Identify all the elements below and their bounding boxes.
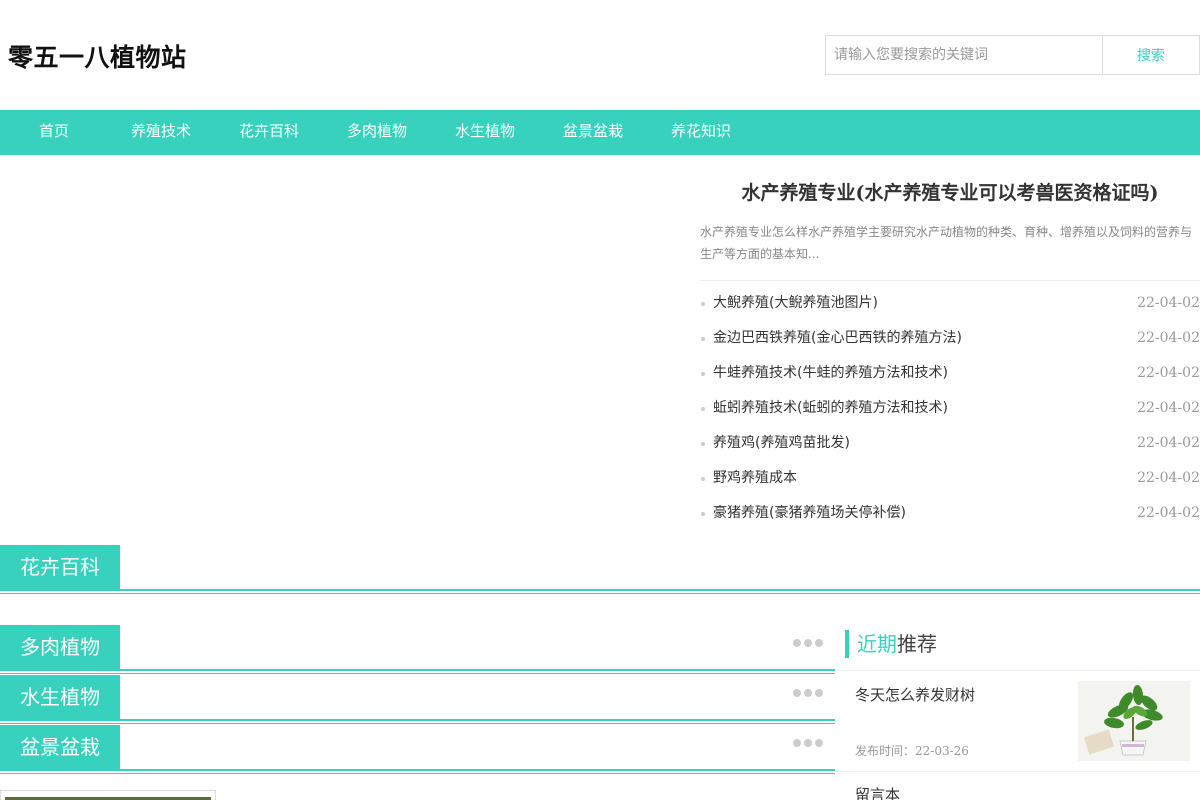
more-dots-icon[interactable]: [793, 739, 823, 747]
nav-item-breeding[interactable]: 养殖技术: [107, 110, 215, 155]
recommend-title[interactable]: 留言本: [855, 784, 900, 800]
bullet-icon: [701, 372, 705, 376]
news-item[interactable]: 牛蛙养殖技术(牛蛙的养殖方法和技术) 22-04-02: [700, 356, 1200, 391]
news-date: 22-04-02: [1137, 505, 1200, 521]
divider: [835, 670, 1200, 671]
search-button[interactable]: 搜索: [1102, 36, 1199, 74]
news-title[interactable]: 豪猪养殖(豪猪养殖场关停补偿): [713, 505, 906, 521]
news-date: 22-04-02: [1137, 295, 1200, 311]
news-item[interactable]: 野鸡养殖成本 22-04-02: [700, 461, 1200, 496]
site-logo[interactable]: 零五一八植物站: [8, 38, 187, 74]
section-bonsai: 盆景盆栽: [0, 725, 835, 774]
news-item[interactable]: 养殖鸡(养殖鸡苗批发) 22-04-02: [700, 426, 1200, 461]
more-dots-icon[interactable]: [793, 689, 823, 697]
section-underline: [0, 673, 835, 674]
news-date: 22-04-02: [1137, 435, 1200, 451]
bullet-icon: [701, 512, 705, 516]
section-underline: [0, 769, 835, 771]
news-title[interactable]: 蚯蚓养殖技术(蚯蚓的养殖方法和技术): [713, 400, 948, 416]
nav-item-aquatic[interactable]: 水生植物: [431, 110, 539, 155]
news-date: 22-04-02: [1137, 470, 1200, 486]
section-underline: [0, 593, 1200, 594]
bullet-icon: [701, 477, 705, 481]
news-item[interactable]: 豪猪养殖(豪猪养殖场关停补偿) 22-04-02: [700, 496, 1200, 531]
section-tab[interactable]: 水生植物: [0, 675, 120, 719]
bullet-icon: [701, 407, 705, 411]
sidebar-heading: 近期推荐: [845, 630, 937, 658]
sidebar-heading-rest: 推荐: [897, 632, 937, 656]
section-underline: [0, 719, 835, 721]
bullet-icon: [701, 442, 705, 446]
news-list: 大鲵养殖(大鲵养殖池图片) 22-04-02 金边巴西铁养殖(金心巴西铁的养殖方法…: [700, 286, 1200, 531]
news-title[interactable]: 养殖鸡(养殖鸡苗批发): [713, 435, 850, 451]
nav-item-flower-knowledge[interactable]: 养花知识: [647, 110, 755, 155]
sidebar-heading-highlight: 近期: [857, 632, 897, 656]
news-item[interactable]: 大鲵养殖(大鲵养殖池图片) 22-04-02: [700, 286, 1200, 321]
section-underline: [0, 669, 835, 671]
banner-area: [0, 160, 690, 535]
section-tab[interactable]: 多肉植物: [0, 625, 120, 669]
news-item[interactable]: 金边巴西铁养殖(金心巴西铁的养殖方法) 22-04-02: [700, 321, 1200, 356]
section-underline: [0, 773, 835, 774]
nav-item-succulents[interactable]: 多肉植物: [323, 110, 431, 155]
article-thumbnail[interactable]: [0, 790, 216, 800]
news-title[interactable]: 野鸡养殖成本: [713, 470, 797, 486]
bullet-icon: [701, 302, 705, 306]
section-underline: [0, 589, 1200, 591]
section-tab[interactable]: 花卉百科: [0, 545, 120, 589]
bullet-icon: [701, 337, 705, 341]
nav-item-flowers[interactable]: 花卉百科: [215, 110, 323, 155]
section-flowers: 花卉百科: [0, 545, 1200, 594]
news-date: 22-04-02: [1137, 365, 1200, 381]
main-nav: 首页 养殖技术 花卉百科 多肉植物 水生植物 盆景盆栽 养花知识: [0, 110, 1200, 155]
featured-summary: 水产养殖专业怎么样水产养殖学主要研究水产动植物的种类、育种、增养殖以及饲料的营养…: [700, 225, 1193, 261]
featured-title[interactable]: 水产养殖专业(水产养殖专业可以考兽医资格证吗): [700, 178, 1200, 205]
news-date: 22-04-02: [1137, 400, 1200, 416]
divider: [700, 280, 1200, 281]
news-item[interactable]: 蚯蚓养殖技术(蚯蚓的养殖方法和技术) 22-04-02: [700, 391, 1200, 426]
section-aquatic: 水生植物: [0, 675, 835, 724]
news-title[interactable]: 金边巴西铁养殖(金心巴西铁的养殖方法): [713, 330, 962, 346]
search-input[interactable]: [826, 36, 1102, 74]
more-dots-icon[interactable]: [793, 639, 823, 647]
divider: [835, 771, 1200, 772]
plant-photo[interactable]: [1078, 681, 1190, 761]
search-bar: 搜索: [825, 35, 1200, 75]
section-underline: [0, 723, 835, 724]
nav-item-home[interactable]: 首页: [0, 110, 108, 155]
news-title[interactable]: 牛蛙养殖技术(牛蛙的养殖方法和技术): [713, 365, 948, 381]
recommend-date: 发布时间：22-03-26: [855, 744, 969, 758]
section-tab[interactable]: 盆景盆栽: [0, 725, 120, 769]
news-title[interactable]: 大鲵养殖(大鲵养殖池图片): [713, 295, 878, 311]
section-succulents: 多肉植物: [0, 625, 835, 674]
news-date: 22-04-02: [1137, 330, 1200, 346]
recommend-title[interactable]: 冬天怎么养发财树: [855, 684, 975, 705]
nav-item-bonsai[interactable]: 盆景盆栽: [539, 110, 647, 155]
